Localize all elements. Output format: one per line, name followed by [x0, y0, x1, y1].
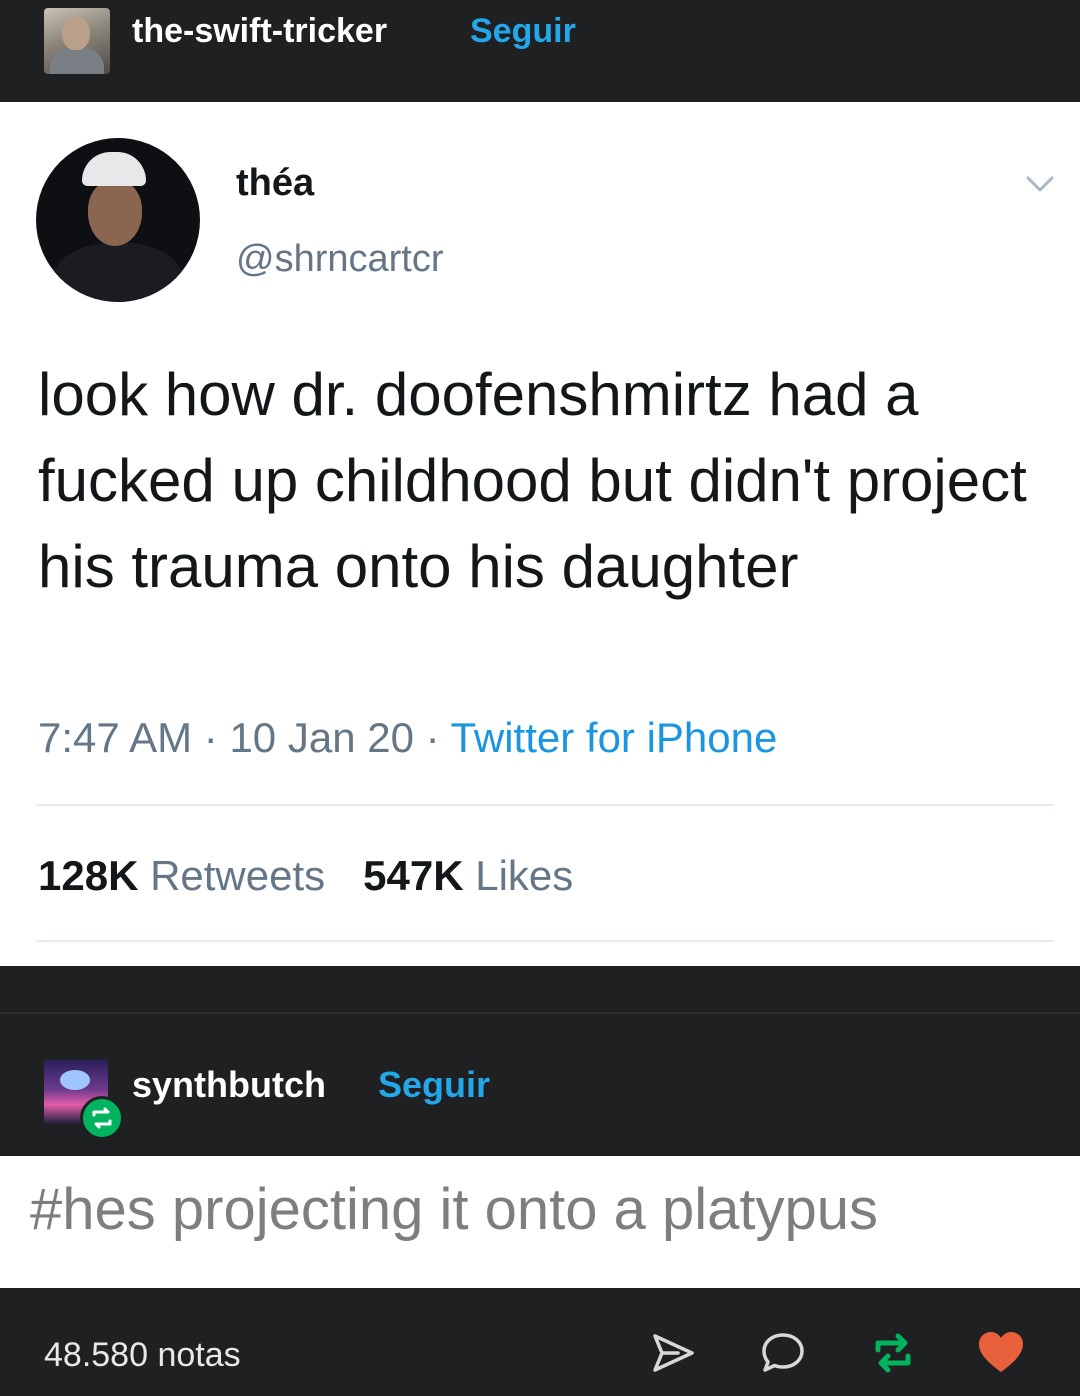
user-avatar[interactable]	[44, 8, 110, 74]
tweet-card: théa @shrncartcr look how dr. doofenshmi…	[0, 102, 1080, 966]
chevron-down-icon[interactable]	[1022, 166, 1058, 202]
tweet-avatar[interactable]	[36, 138, 200, 302]
reblog-icon[interactable]	[868, 1328, 918, 1378]
tweet-display-name[interactable]: théa	[236, 162, 314, 205]
avatar-shoulders-shape	[54, 242, 182, 302]
reblog-arrows-icon	[92, 1107, 112, 1129]
reblog-header: synthbutch Seguir	[0, 966, 1080, 1156]
reblog-content: #hes projecting it onto a platypus	[0, 1156, 1080, 1288]
reblogger-username[interactable]: synthbutch	[132, 1064, 326, 1106]
notes-count[interactable]: 48.580 notas	[44, 1336, 241, 1375]
retweets-count: 128K	[38, 852, 139, 899]
meta-separator: ·	[425, 714, 440, 761]
avatar-face-shape	[62, 16, 90, 50]
avatar-planet-shape	[60, 1070, 90, 1090]
divider	[0, 1012, 1080, 1014]
tweet-date: 10 Jan 20	[229, 714, 414, 761]
heart-icon[interactable]	[976, 1328, 1026, 1378]
avatar-body-shape	[50, 48, 104, 74]
username[interactable]: the-swift-tricker	[132, 12, 387, 51]
likes-stat[interactable]: 547K Likes	[363, 852, 573, 899]
follow-button[interactable]: Seguir	[470, 12, 576, 51]
tweet-meta: 7:47 AM · 10 Jan 20 · Twitter for iPhone	[38, 714, 777, 762]
meta-separator: ·	[203, 714, 218, 761]
retweets-stat[interactable]: 128K Retweets	[38, 852, 325, 899]
avatar-cap-shape	[82, 152, 146, 186]
tweet-text: look how dr. doofenshmirtz had a fucked …	[38, 361, 1027, 600]
tweet-source-link[interactable]: Twitter for iPhone	[451, 714, 778, 761]
follow-button[interactable]: Seguir	[378, 1064, 490, 1106]
reply-icon[interactable]	[758, 1328, 808, 1378]
likes-count: 547K	[363, 852, 464, 899]
share-icon[interactable]	[648, 1328, 698, 1378]
divider	[36, 804, 1054, 806]
avatar-face-shape	[88, 180, 142, 246]
post-header: the-swift-tricker Seguir	[0, 0, 1080, 102]
post-footer: 48.580 notas	[0, 1288, 1080, 1396]
retweets-label: Retweets	[150, 852, 326, 899]
divider	[36, 940, 1054, 942]
reblog-tag[interactable]: #hes projecting it onto a platypus	[30, 1176, 878, 1243]
reblog-badge-icon	[80, 1096, 124, 1140]
tweet-time: 7:47 AM	[38, 714, 193, 761]
tweet-stats: 128K Retweets 547K Likes	[38, 852, 573, 900]
likes-label: Likes	[475, 852, 574, 899]
tweet-handle[interactable]: @shrncartcr	[236, 238, 444, 281]
